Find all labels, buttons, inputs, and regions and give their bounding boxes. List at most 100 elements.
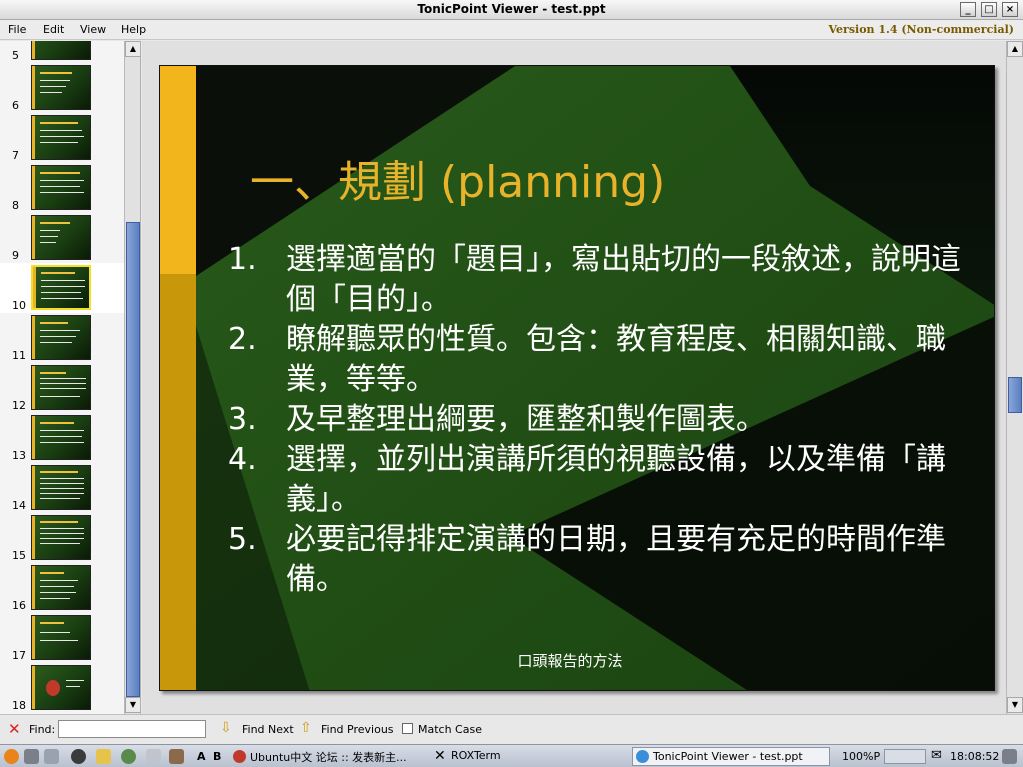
thumbnail-item[interactable]: 7: [0, 113, 124, 163]
power-icon[interactable]: [4, 749, 19, 764]
item-text: 及早整理出綱要，匯整和製作圖表。: [286, 402, 766, 437]
scroll-up-arrow-icon[interactable]: ▲: [1007, 41, 1023, 57]
slide-bullet-list: 1. 選擇適當的「題目」，寫出貼切的一段敘述，說明這個「目的」。 2. 瞭解聽眾的性…: [228, 240, 968, 600]
slide-footer: 口頭報告的方法: [517, 652, 623, 670]
slide-title: 一、規劃 (planning): [250, 157, 666, 208]
slide-thumbnail[interactable]: [31, 165, 91, 210]
list-item: 1. 選擇適當的「題目」，寫出貼切的一段敘述，說明這個「目的」。: [228, 240, 968, 320]
browser-icon: [233, 750, 246, 763]
thumbnail-sidebar: 5 6 7 8 9 10 11 12 13 14 15 16 17 18 ▲ ▼: [0, 41, 141, 714]
item-number: 3.: [228, 402, 257, 437]
slide-thumbnail[interactable]: [31, 315, 91, 360]
slide-scroll-thumb[interactable]: [1008, 377, 1022, 413]
thumbnail-number: 18: [12, 699, 26, 712]
menu-edit[interactable]: Edit: [43, 23, 64, 36]
tray-icon[interactable]: [1002, 749, 1017, 764]
thumbnail-item[interactable]: 16: [0, 563, 124, 613]
arrow-up-icon[interactable]: ⇧: [300, 720, 312, 736]
settings-icon[interactable]: [169, 749, 184, 764]
thumbnail-item[interactable]: 14: [0, 463, 124, 513]
thumbnail-number: 14: [12, 499, 26, 512]
folder-icon[interactable]: [96, 749, 111, 764]
input-method-b[interactable]: B: [213, 750, 221, 763]
thumbnail-item[interactable]: 17: [0, 613, 124, 663]
thumbnail-item[interactable]: 12: [0, 363, 124, 413]
slide-view: 一、規劃 (planning) 1. 選擇適當的「題目」，寫出貼切的一段敘述，說明…: [142, 41, 1006, 714]
slide-thumbnail[interactable]: [31, 215, 91, 260]
close-button[interactable]: ×: [1002, 2, 1018, 17]
slide-thumbnail[interactable]: [31, 465, 91, 510]
slide-thumbnail[interactable]: [31, 115, 91, 160]
match-case-label[interactable]: Match Case: [418, 723, 482, 736]
close-x-icon[interactable]: ✕: [8, 720, 21, 738]
arrow-down-icon[interactable]: ⇩: [220, 720, 232, 736]
menu-file[interactable]: File: [8, 23, 26, 36]
item-text: 瞭解聽眾的性質。包含：教育程度、相關知識、職業，等等。: [286, 322, 946, 397]
slide-thumbnail[interactable]: [31, 615, 91, 660]
find-previous-button[interactable]: Find Previous: [321, 723, 394, 736]
thumbnail-item[interactable]: 9: [0, 213, 124, 263]
menu-view[interactable]: View: [80, 23, 106, 36]
find-next-button[interactable]: Find Next: [242, 723, 294, 736]
title-bar: TonicPoint Viewer - test.ppt _ □ ×: [0, 0, 1023, 20]
find-label: Find:: [29, 723, 56, 736]
thumbnail-item[interactable]: 18: [0, 663, 124, 713]
minimize-button[interactable]: _: [960, 2, 976, 17]
task-browser[interactable]: Ubuntu中文 论坛 :: 发表新主...: [230, 747, 428, 766]
sidebar-scrollbar[interactable]: ▲ ▼: [124, 41, 140, 714]
item-text: 選擇適當的「題目」，寫出貼切的一段敘述，說明這個「目的」。: [286, 242, 961, 317]
task-tonicpoint[interactable]: TonicPoint Viewer - test.ppt: [632, 747, 830, 766]
webcam-icon[interactable]: [71, 749, 86, 764]
zoom-indicator[interactable]: 100%P: [842, 750, 880, 763]
window-title: TonicPoint Viewer - test.ppt: [417, 2, 606, 16]
find-bar: ✕ Find: ⇩ Find Next ⇧ Find Previous Matc…: [0, 714, 1023, 744]
item-number: 5.: [228, 522, 257, 557]
sidebar-scroll-thumb[interactable]: [126, 222, 140, 697]
task-terminal[interactable]: ✕ ROXTerm: [431, 747, 511, 766]
slide-thumbnail[interactable]: [31, 365, 91, 410]
mail-icon[interactable]: ✉: [931, 748, 942, 763]
clock: 18:08:52: [950, 750, 1000, 763]
cpu-graph-icon: [884, 749, 926, 764]
globe-icon[interactable]: [121, 749, 136, 764]
current-slide: 一、規劃 (planning) 1. 選擇適當的「題目」，寫出貼切的一段敘述，說明…: [159, 65, 995, 691]
scroll-up-arrow-icon[interactable]: ▲: [125, 41, 140, 57]
slide-thumbnail[interactable]: [31, 665, 91, 710]
maximize-button[interactable]: □: [981, 2, 997, 17]
scroll-down-arrow-icon[interactable]: ▼: [125, 697, 140, 713]
find-input[interactable]: [58, 720, 206, 738]
thumbnail-item[interactable]: 15: [0, 513, 124, 563]
thumbnail-item[interactable]: 13: [0, 413, 124, 463]
thumbnail-number: 16: [12, 599, 26, 612]
thumbnail-number: 13: [12, 449, 26, 462]
thumbnail-item[interactable]: 11: [0, 313, 124, 363]
scroll-down-arrow-icon[interactable]: ▼: [1007, 697, 1023, 713]
menu-bar: File Edit View Help Version 1.4 (Non-com…: [0, 20, 1023, 40]
list-item: 5. 必要記得排定演講的日期，且要有充足的時間作準備。: [228, 520, 968, 600]
slide-thumbnail[interactable]: [31, 565, 91, 610]
slide-thumbnail[interactable]: [31, 515, 91, 560]
task-label: Ubuntu中文 论坛 :: 发表新主...: [250, 751, 407, 764]
thumbnail-item[interactable]: 6: [0, 63, 124, 113]
thumbnail-number: 7: [12, 149, 19, 162]
menu-help[interactable]: Help: [121, 23, 146, 36]
thumbnail-item[interactable]: 8: [0, 163, 124, 213]
slide-scrollbar[interactable]: ▲ ▼: [1006, 41, 1023, 714]
item-number: 1.: [228, 242, 257, 277]
document-icon[interactable]: [146, 749, 161, 764]
match-case-checkbox[interactable]: [402, 723, 413, 734]
thumbnail-item-selected[interactable]: 10: [0, 263, 124, 313]
slide-thumbnail[interactable]: [31, 265, 91, 310]
slide-thumbnail[interactable]: [31, 65, 91, 110]
thumbnail-number: 12: [12, 399, 26, 412]
thumbnail-number: 6: [12, 99, 19, 112]
input-method-a[interactable]: A: [197, 750, 206, 763]
slide-thumbnail[interactable]: [31, 415, 91, 460]
monitor-icon[interactable]: [24, 749, 39, 764]
windows-icon[interactable]: [44, 749, 59, 764]
version-label: Version 1.4 (Non-commercial): [828, 23, 1014, 36]
thumbnail-item[interactable]: 5: [0, 41, 124, 63]
slide-thumbnail[interactable]: [31, 41, 91, 60]
thumbnail-number: 10: [12, 299, 26, 312]
thumbnail-number: 17: [12, 649, 26, 662]
